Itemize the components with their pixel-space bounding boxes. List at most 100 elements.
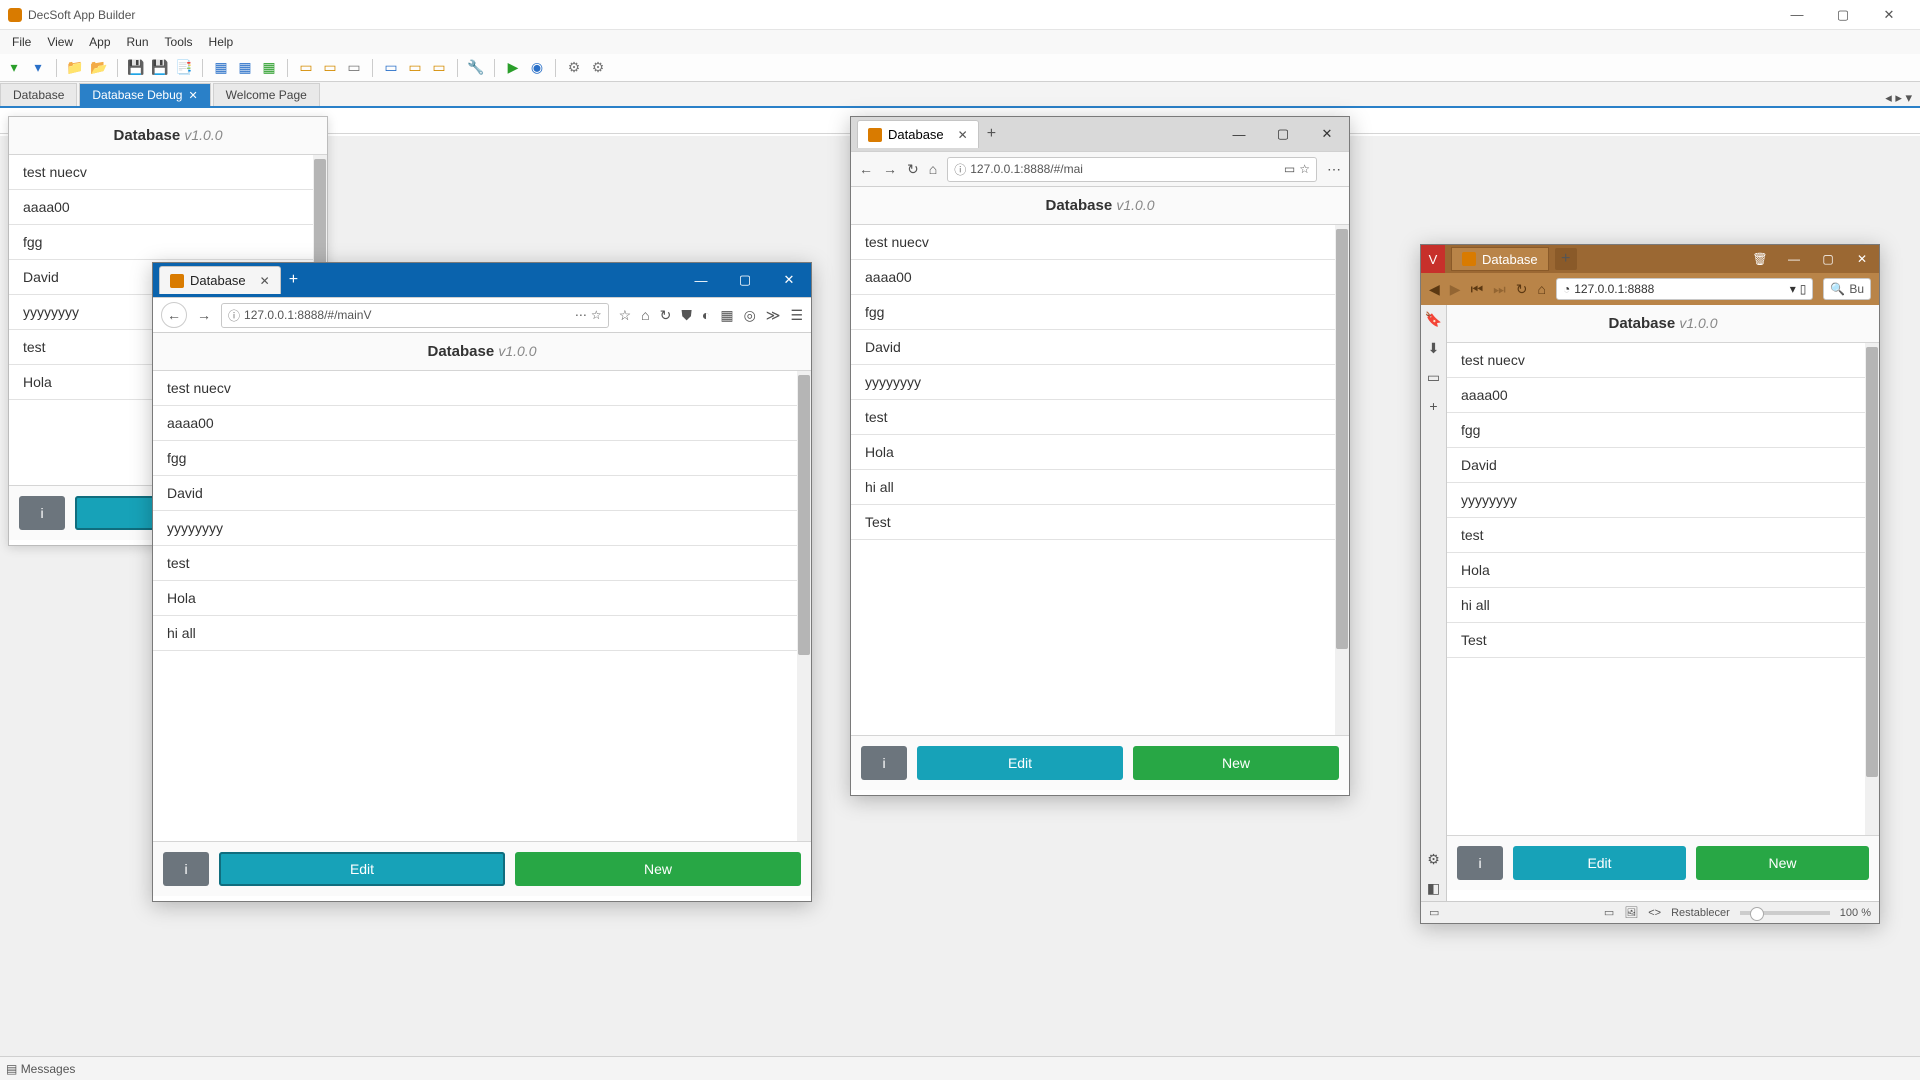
list-item[interactable]: David <box>851 330 1349 365</box>
minimize-button[interactable]: — <box>1217 127 1261 142</box>
panel6-icon[interactable]: ▭ <box>429 58 449 78</box>
reload-icon[interactable]: ↻ <box>907 161 919 178</box>
close-button[interactable]: ✕ <box>767 272 811 288</box>
search-box[interactable]: 🔍Bu <box>1823 278 1871 300</box>
new-button[interactable]: New <box>515 852 801 886</box>
toggle-icon[interactable]: ◧ <box>1427 880 1440 897</box>
folder2-icon[interactable]: 📂 <box>89 58 109 78</box>
list-item[interactable]: test nuecv <box>153 371 811 406</box>
stop-icon[interactable]: ◉ <box>527 58 547 78</box>
minimize-button[interactable]: — <box>679 273 723 288</box>
list-item[interactable]: fgg <box>851 295 1349 330</box>
back-button[interactable]: ◀ <box>1429 281 1440 298</box>
tab-welcome[interactable]: Welcome Page <box>213 83 320 106</box>
menu-app[interactable]: App <box>81 35 118 49</box>
tile-icon[interactable]: ▭ <box>1604 906 1614 919</box>
bookmark-icon[interactable]: ▯ <box>1800 282 1807 296</box>
menu-tools[interactable]: Tools <box>157 35 201 49</box>
menu-icon[interactable]: ☰ <box>790 307 803 324</box>
panel1-icon[interactable]: ▭ <box>296 58 316 78</box>
image-icon[interactable]: 🖼 <box>1624 906 1638 919</box>
maximize-button[interactable]: ▢ <box>1811 252 1845 266</box>
edit-button[interactable]: Edit <box>917 746 1123 780</box>
minimize-button[interactable]: — <box>1774 7 1820 22</box>
list-item[interactable]: yyyyyyyy <box>851 365 1349 400</box>
menu-view[interactable]: View <box>39 35 81 49</box>
home-icon[interactable]: ⌂ <box>1538 281 1546 297</box>
tab-close-icon[interactable]: ✕ <box>260 274 270 288</box>
star-icon[interactable]: ☆ <box>619 307 632 324</box>
panel2-icon[interactable]: ▭ <box>320 58 340 78</box>
play-icon[interactable]: ▶ <box>503 58 523 78</box>
new-button[interactable]: New <box>1133 746 1339 780</box>
ext2-icon[interactable]: ▦ <box>720 307 733 324</box>
bookmark-icon[interactable]: ☆ <box>1299 162 1310 176</box>
list-item[interactable]: test <box>851 400 1349 435</box>
tab-database-debug[interactable]: Database Debug✕ <box>79 83 210 106</box>
scrollbar[interactable] <box>1335 225 1349 735</box>
list-item[interactable]: hi all <box>153 616 811 651</box>
list-item[interactable]: test <box>1447 518 1879 553</box>
forward-button[interactable]: ▶ <box>1450 281 1461 298</box>
tab-close-icon[interactable]: ✕ <box>188 90 197 102</box>
reload-icon[interactable]: ↻ <box>660 307 672 324</box>
reload-icon[interactable]: ↻ <box>1516 281 1528 298</box>
list-item[interactable]: David <box>153 476 811 511</box>
grid1-icon[interactable]: ▦ <box>211 58 231 78</box>
bookmark-icon[interactable]: ☆ <box>591 308 602 322</box>
folder-icon[interactable]: 📁 <box>65 58 85 78</box>
list-item[interactable]: test nuecv <box>1447 343 1879 378</box>
ext1-icon[interactable]: ◐ <box>702 307 710 323</box>
overflow-icon[interactable]: ≫ <box>766 307 781 324</box>
rewind-button[interactable]: ⏮ <box>1471 281 1484 298</box>
code-icon[interactable]: <> <box>1648 907 1661 919</box>
app-list[interactable]: test nuecv aaaa00 fgg David yyyyyyyy tes… <box>153 371 811 841</box>
close-button[interactable]: ✕ <box>1305 126 1349 142</box>
address-bar[interactable]: ⓘ 127.0.0.1:8888/#/mainV ⋯ ☆ <box>221 303 609 328</box>
info-button[interactable]: i <box>861 746 907 780</box>
list-item[interactable]: fgg <box>9 225 327 260</box>
panel3-icon[interactable]: ▭ <box>344 58 364 78</box>
back-button[interactable]: ← <box>161 302 187 328</box>
list-item[interactable]: test <box>153 546 811 581</box>
ext3-icon[interactable]: ◎ <box>744 307 756 324</box>
back-button[interactable]: ← <box>859 161 873 177</box>
trash-icon[interactable]: 🗑 <box>1743 252 1777 266</box>
menu-help[interactable]: Help <box>201 35 242 49</box>
forward-button[interactable]: → <box>197 307 211 323</box>
menu-icon[interactable]: ⋯ <box>1327 161 1341 178</box>
new-button[interactable]: New <box>1696 846 1869 880</box>
list-item[interactable]: aaaa00 <box>851 260 1349 295</box>
list-item[interactable]: yyyyyyyy <box>1447 483 1879 518</box>
app-list[interactable]: test nuecv aaaa00 fgg David yyyyyyyy tes… <box>851 225 1349 735</box>
home-icon[interactable]: ⌂ <box>929 161 937 177</box>
list-item[interactable]: fgg <box>153 441 811 476</box>
home-icon[interactable]: ⌂ <box>641 307 649 323</box>
menu-file[interactable]: File <box>4 35 39 49</box>
list-item[interactable]: aaaa00 <box>1447 378 1879 413</box>
reset-zoom[interactable]: Restablecer <box>1671 907 1730 919</box>
messages-icon[interactable]: ▤ <box>6 1062 17 1076</box>
minimize-button[interactable]: — <box>1777 252 1811 266</box>
notes-icon[interactable]: ▭ <box>1427 369 1440 386</box>
wrench-icon[interactable]: 🔧 <box>466 58 486 78</box>
dropdown-icon[interactable]: ▾ <box>1790 282 1796 296</box>
more-icon[interactable]: ⋯ <box>575 308 587 322</box>
close-button[interactable]: ✕ <box>1845 252 1879 266</box>
tab-database[interactable]: Database <box>0 83 77 106</box>
zoom-slider[interactable] <box>1740 911 1830 915</box>
browser-tab[interactable]: Database <box>1451 247 1549 271</box>
reader-icon[interactable]: ▭ <box>1284 162 1295 176</box>
bookmarks-icon[interactable]: 🔖 <box>1425 311 1442 328</box>
info-button[interactable]: i <box>163 852 209 886</box>
downloads-icon[interactable]: ⬇ <box>1428 340 1440 357</box>
panel4-icon[interactable]: ▭ <box>381 58 401 78</box>
status-icon[interactable]: ▭ <box>1429 906 1439 919</box>
scrollbar[interactable] <box>1865 343 1879 835</box>
maximize-button[interactable]: ▢ <box>723 272 767 288</box>
new-icon[interactable]: ▾ <box>4 58 24 78</box>
menu-run[interactable]: Run <box>119 35 157 49</box>
list-item[interactable]: test nuecv <box>851 225 1349 260</box>
grid3-icon[interactable]: ▦ <box>259 58 279 78</box>
forward-button[interactable]: → <box>883 161 897 177</box>
